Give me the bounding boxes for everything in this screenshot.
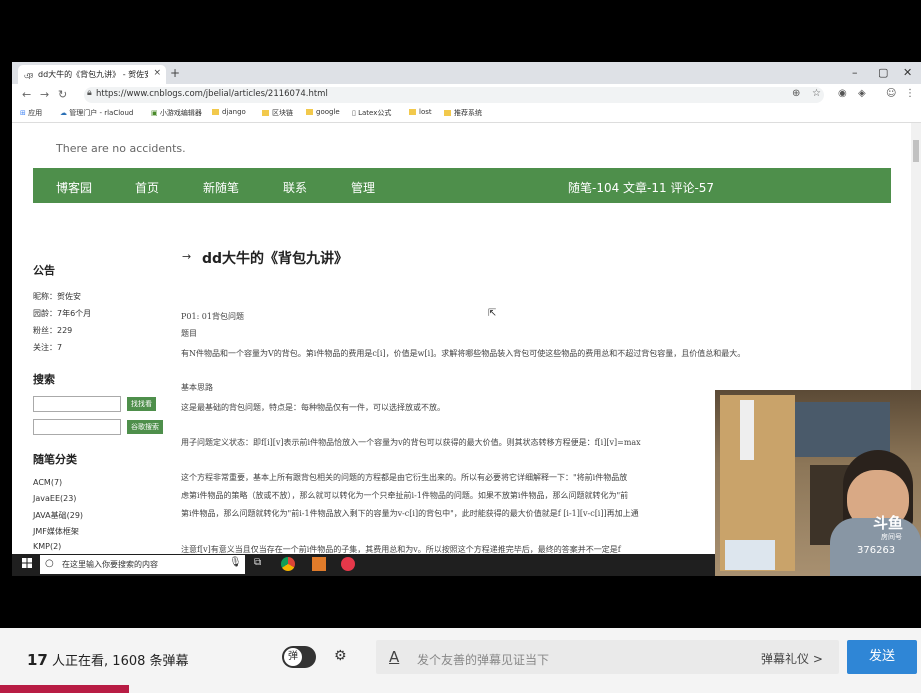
streamer-webcam: 斗鱼 房间号 376263 (715, 390, 921, 576)
browser-tab[interactable]: ঞ dd大牛的《背包九讲》 - 贺佐安 × (18, 65, 166, 84)
category-heading: 随笔分类 (33, 453, 77, 466)
url-text[interactable]: https://www.cnblogs.com/jbelial/articles… (96, 89, 328, 99)
bookmark-blockchain[interactable]: 区块链 (262, 108, 293, 118)
lock-icon: 🔒︎ (87, 88, 92, 98)
profile-age: 园龄：7年6个月 (33, 309, 92, 318)
windows-start-icon[interactable] (22, 558, 32, 568)
site-favicon-icon: ঞ (24, 72, 34, 82)
bookshelf (795, 402, 890, 457)
category-item[interactable]: ACM(7) (33, 478, 62, 487)
bookmark-lost[interactable]: lost (409, 108, 432, 116)
back-icon[interactable]: ← (22, 88, 31, 101)
category-item[interactable]: JAVA基础(29) (33, 510, 83, 521)
viewer-stats: 17 人正在看, 1608 条弹幕 (27, 651, 189, 669)
article-line: P01: 01背包问题 (181, 312, 244, 321)
article-line: 有N件物品和一个容量为V的背包。第i件物品的费用是c[i]，价值是w[i]。求解… (181, 349, 746, 358)
article-line: 注意f[v]有意义当且仅当存在一个前i件物品的子集，其费用总和为v。所以按照这个… (181, 545, 621, 554)
search-heading: 搜索 (33, 373, 55, 386)
forward-icon[interactable]: → (40, 88, 49, 101)
nav-manage[interactable]: 管理 (351, 179, 375, 196)
category-item[interactable]: JMF媒体框架 (33, 526, 79, 537)
bookmark-game[interactable]: ▣ 小游戏编辑器 (151, 108, 202, 118)
danmu-toggle[interactable]: 弹 (282, 646, 316, 668)
bookmark-google[interactable]: google (306, 108, 340, 116)
search-icon: ○ (45, 558, 54, 569)
article-line: 基本思路 (181, 383, 213, 392)
danmu-etiquette-link[interactable]: 弹幕礼仪 > (761, 650, 823, 667)
profile-nickname: 昵称：贺佐安 (33, 292, 81, 301)
chrome-taskbar-icon[interactable] (281, 557, 295, 571)
notice-heading: 公告 (33, 264, 55, 277)
blog-stats: 随笔-104 文章-11 评论-57 (568, 181, 715, 195)
reload-icon[interactable]: ↻ (58, 88, 67, 101)
maximize-icon[interactable]: ▢ (878, 66, 888, 79)
google-search-button[interactable]: 谷歌搜索 (127, 420, 163, 434)
article-line: 这是最基础的背包问题，特点是：每种物品仅有一件，可以选择放或不放。 (181, 403, 445, 412)
room-number: 376263 (857, 545, 896, 556)
nav-contact[interactable]: 联系 (283, 179, 307, 196)
article-line: 第i件物品，那么问题就转化为"前i-1件物品放入剩下的容量为v-c[i]的背包中… (181, 509, 639, 518)
blog-subtitle: There are no accidents. (56, 142, 186, 155)
red-accent-strip (0, 685, 129, 693)
basin (725, 540, 775, 570)
article-line: 题目 (181, 329, 197, 338)
bookmark-recommender[interactable]: 推荐系统 (444, 108, 482, 118)
nav-new-post[interactable]: 新随笔 (203, 179, 239, 196)
article-line: 虑第i件物品的策略（放或不放），那么就可以转化为一个只牵扯前i-1件物品的问题。… (181, 491, 629, 500)
profile-fans: 粉丝：229 (33, 326, 73, 335)
microphone-icon[interactable]: 🎙︎ (229, 557, 242, 568)
blog-navbar (33, 168, 891, 203)
close-window-icon[interactable]: ✕ (903, 66, 912, 79)
minimize-icon[interactable]: – (852, 66, 858, 79)
nav-home[interactable]: 首页 (135, 179, 159, 196)
new-tab-button[interactable]: + (170, 66, 180, 80)
danmu-placeholder[interactable]: 发个友善的弹幕见证当下 (417, 651, 549, 668)
towel (740, 400, 754, 460)
star-icon[interactable]: ☆ (812, 88, 821, 99)
blog-search-input[interactable] (33, 396, 121, 412)
bookmark-apps[interactable]: ⊞ 应用 (20, 108, 42, 118)
profile-following: 关注：7 (33, 343, 63, 352)
zoom-icon[interactable]: ⊕ (792, 88, 800, 99)
scrollbar-thumb[interactable] (913, 140, 919, 162)
sublime-taskbar-icon[interactable] (312, 557, 326, 571)
taskbar-search-placeholder[interactable]: 在这里输入你要搜索的内容 (62, 559, 158, 570)
nav-cnblogs[interactable]: 博客园 (56, 179, 92, 196)
text-style-icon[interactable]: A (389, 648, 399, 666)
category-item[interactable]: JavaEE(23) (33, 494, 76, 503)
arrow-icon: → (182, 250, 192, 263)
room-label: 房间号 (881, 533, 902, 541)
mouse-cursor-icon: ⇱ (488, 308, 497, 319)
send-button[interactable]: 发送 (847, 640, 917, 674)
task-view-icon[interactable]: ⧉ (254, 557, 261, 568)
find-button[interactable]: 找找看 (127, 397, 156, 411)
menu-icon[interactable]: ⋮ (905, 88, 915, 99)
bookmark-cloud[interactable]: ☁ 管理门户 - rlaCloud (60, 108, 133, 118)
close-tab-icon[interactable]: × (153, 68, 161, 78)
danmu-toggle-knob: 弹 (284, 648, 302, 666)
profile-icon[interactable]: ☺ (886, 88, 896, 99)
article-title[interactable]: dd大牛的《背包九讲》 (202, 248, 348, 268)
app-taskbar-icon[interactable] (341, 557, 355, 571)
category-item[interactable]: KMP(2) (33, 542, 61, 551)
google-search-input[interactable] (33, 419, 121, 435)
bookmark-django[interactable]: django (212, 108, 246, 116)
bookmark-latex[interactable]: ▯ Latex公式 (352, 108, 391, 118)
tab-title: dd大牛的《背包九讲》 - 贺佐安 (38, 70, 148, 79)
extension-icon[interactable]: ◉ (838, 88, 847, 99)
extension-icon-2[interactable]: ◈ (858, 88, 866, 99)
article-line: 这个方程非常重要，基本上所有跟背包相关的问题的方程都是由它衍生出来的。所以有必要… (181, 473, 628, 482)
danmu-settings-icon[interactable]: ⚙ (334, 648, 347, 664)
douyu-watermark: 斗鱼 (873, 514, 904, 532)
article-line: 用子问题定义状态：即f[i][v]表示前i件物品恰放入一个容量为v的背包可以获得… (181, 438, 641, 447)
